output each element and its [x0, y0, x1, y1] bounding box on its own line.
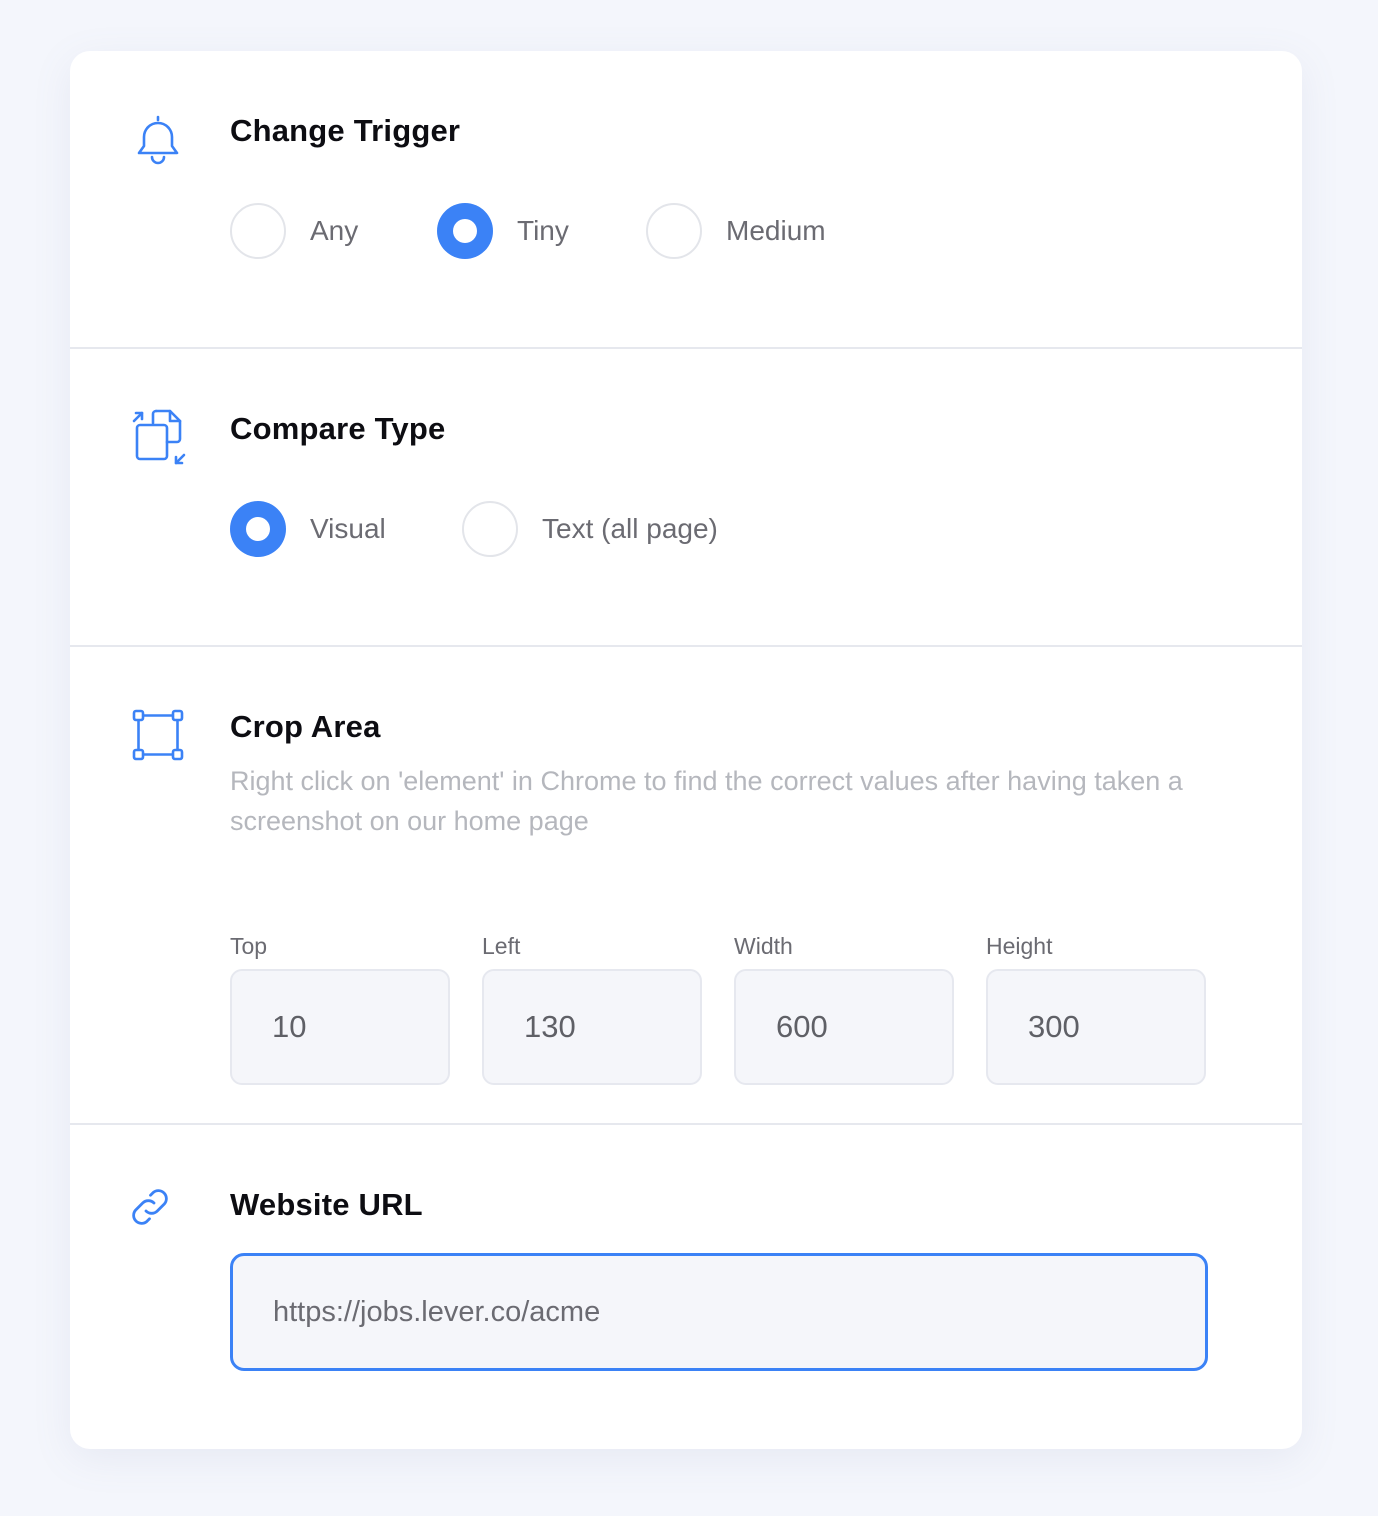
- crop-frame-icon: [132, 709, 184, 761]
- crop-height-input[interactable]: [986, 969, 1206, 1085]
- crop-left-input[interactable]: [482, 969, 702, 1085]
- radio-button[interactable]: [646, 203, 702, 259]
- radio-tiny[interactable]: Tiny: [437, 203, 569, 259]
- radio-button[interactable]: [230, 501, 286, 557]
- radio-label: Text (all page): [542, 513, 718, 544]
- website-url-input[interactable]: [230, 1253, 1208, 1371]
- change-trigger-section: Change Trigger Any Tiny Medium: [70, 51, 1302, 347]
- website-url-title: Website URL: [230, 1187, 423, 1222]
- radio-label: Medium: [726, 215, 826, 246]
- compare-type-section: Compare Type Visual Text (all page): [70, 349, 1302, 645]
- crop-width-input[interactable]: [734, 969, 954, 1085]
- radio-label: Any: [310, 215, 359, 246]
- crop-left-label: Left: [482, 933, 521, 959]
- crop-area-title: Crop Area: [230, 709, 381, 744]
- website-url-section: Website URL: [70, 1125, 1302, 1449]
- crop-area-section: Crop Area Right click on 'element' in Ch…: [70, 647, 1302, 1123]
- radio-medium[interactable]: Medium: [646, 203, 826, 259]
- link-icon: [126, 1183, 174, 1231]
- crop-height-label: Height: [986, 933, 1053, 959]
- radio-button[interactable]: [462, 501, 518, 557]
- radio-text-all-page[interactable]: Text (all page): [462, 501, 718, 557]
- bell-icon: [134, 113, 182, 167]
- crop-top-input[interactable]: [230, 969, 450, 1085]
- radio-button[interactable]: [437, 203, 493, 259]
- settings-card: Change Trigger Any Tiny Medium Compare T…: [70, 51, 1302, 1449]
- crop-width-label: Width: [734, 933, 793, 959]
- crop-area-help-text: Right click on 'element' in Chrome to fi…: [230, 766, 1183, 836]
- radio-label: Visual: [310, 513, 386, 544]
- radio-button[interactable]: [230, 203, 286, 259]
- crop-top-label: Top: [230, 933, 268, 959]
- radio-visual[interactable]: Visual: [230, 501, 386, 557]
- compare-files-icon: [132, 407, 186, 467]
- radio-any[interactable]: Any: [230, 203, 358, 259]
- change-trigger-title: Change Trigger: [230, 113, 461, 148]
- radio-label: Tiny: [517, 215, 569, 246]
- compare-type-title: Compare Type: [230, 411, 446, 446]
